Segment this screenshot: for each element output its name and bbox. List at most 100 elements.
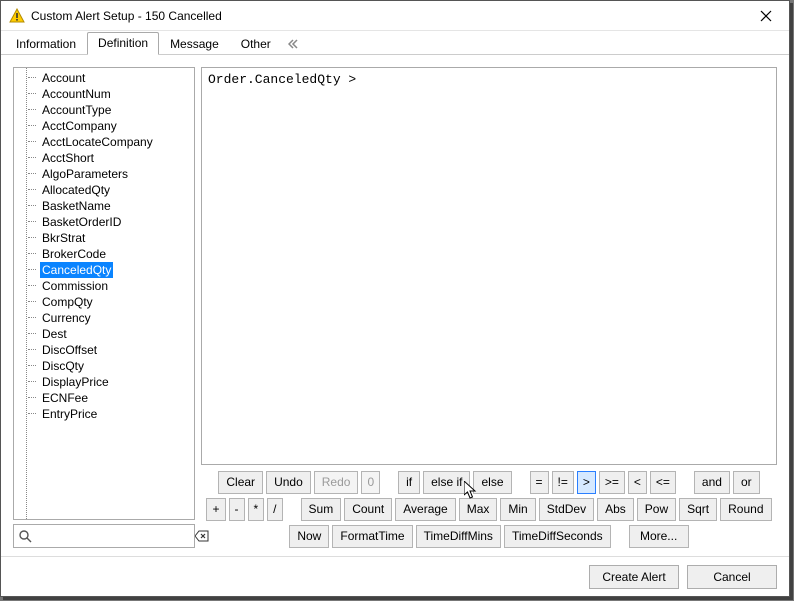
tree-item[interactable]: DiscQty xyxy=(16,358,194,374)
tree-item[interactable]: BasketOrderID xyxy=(16,214,194,230)
operator-row-3: Now FormatTime TimeDiffMins TimeDiffSeco… xyxy=(289,525,688,548)
tree-item[interactable]: CompQty xyxy=(16,294,194,310)
tree-item-label: DisplayPrice xyxy=(40,374,111,390)
tree-item[interactable]: DiscOffset xyxy=(16,342,194,358)
tree-item-label: CompQty xyxy=(40,294,95,310)
redo-count: 0 xyxy=(361,471,380,494)
tree-item-label: AccountType xyxy=(40,102,113,118)
round-button[interactable]: Round xyxy=(720,498,771,521)
or-button[interactable]: or xyxy=(733,471,760,494)
tree-item-label: ECNFee xyxy=(40,390,90,406)
minus-button[interactable]: - xyxy=(229,498,245,521)
chevron-double-left-icon xyxy=(288,39,298,49)
tree-item[interactable]: Account xyxy=(16,70,194,86)
timediffmins-button[interactable]: TimeDiffMins xyxy=(416,525,501,548)
field-tree-scroll[interactable]: AccountAccountNumAccountTypeAcctCompanyA… xyxy=(14,68,194,519)
sqrt-button[interactable]: Sqrt xyxy=(679,498,717,521)
clear-button[interactable]: Clear xyxy=(218,471,263,494)
content-area: AccountAccountNumAccountTypeAcctCompanyA… xyxy=(1,55,789,556)
else-button[interactable]: else xyxy=(473,471,511,494)
expression-editor[interactable]: Order.CanceledQty > xyxy=(201,67,777,465)
tree-item-label: CanceledQty xyxy=(40,262,113,278)
operator-toolbar: Clear Undo Redo 0 if else if else = != >… xyxy=(201,465,777,548)
tab-overflow-button[interactable] xyxy=(282,35,304,55)
redo-button[interactable]: Redo xyxy=(314,471,359,494)
tree-item-label: Currency xyxy=(40,310,93,326)
tree-item[interactable]: AcctShort xyxy=(16,150,194,166)
formattime-button[interactable]: FormatTime xyxy=(332,525,412,548)
cancel-button[interactable]: Cancel xyxy=(687,565,777,589)
tree-item-label: AllocatedQty xyxy=(40,182,112,198)
close-icon xyxy=(760,10,772,22)
tree-item[interactable]: AcctCompany xyxy=(16,118,194,134)
elseif-button[interactable]: else if xyxy=(423,471,470,494)
undo-button[interactable]: Undo xyxy=(266,471,311,494)
tree-item-label: AcctShort xyxy=(40,150,96,166)
abs-button[interactable]: Abs xyxy=(597,498,634,521)
window-title: Custom Alert Setup - 150 Cancelled xyxy=(31,9,745,23)
tab-bar: Information Definition Message Other xyxy=(1,31,789,55)
search-icon xyxy=(18,528,32,544)
tree-item[interactable]: BasketName xyxy=(16,198,194,214)
dialog-window: Custom Alert Setup - 150 Cancelled Infor… xyxy=(0,0,790,597)
gte-button[interactable]: >= xyxy=(599,471,625,494)
tree-item-label: Commission xyxy=(40,278,110,294)
tree-item[interactable]: AlgoParameters xyxy=(16,166,194,182)
tab-information[interactable]: Information xyxy=(5,33,87,55)
sum-button[interactable]: Sum xyxy=(301,498,342,521)
more-button[interactable]: More... xyxy=(629,525,689,548)
tree-item[interactable]: AccountType xyxy=(16,102,194,118)
tree-item-label: EntryPrice xyxy=(40,406,99,422)
tree-item-label: BasketOrderID xyxy=(40,214,123,230)
tree-item-label: DiscQty xyxy=(40,358,86,374)
stddev-button[interactable]: StdDev xyxy=(539,498,594,521)
tree-item[interactable]: Currency xyxy=(16,310,194,326)
warning-icon xyxy=(9,8,25,24)
operator-row-1: Clear Undo Redo 0 if else if else = != >… xyxy=(218,471,759,494)
create-alert-button[interactable]: Create Alert xyxy=(589,565,679,589)
tree-item[interactable]: ECNFee xyxy=(16,390,194,406)
tree-item-label: BasketName xyxy=(40,198,113,214)
search-input[interactable] xyxy=(36,528,195,544)
eq-button[interactable]: = xyxy=(530,471,549,494)
tree-item[interactable]: AllocatedQty xyxy=(16,182,194,198)
tab-message[interactable]: Message xyxy=(159,33,230,55)
tree-item-label: BrokerCode xyxy=(40,246,108,262)
tree-item[interactable]: CanceledQty xyxy=(16,262,194,278)
plus-button[interactable]: + xyxy=(206,498,225,521)
mul-button[interactable]: * xyxy=(248,498,265,521)
tree-item[interactable]: EntryPrice xyxy=(16,406,194,422)
tree-item-label: AlgoParameters xyxy=(40,166,130,182)
tree-item[interactable]: AcctLocateCompany xyxy=(16,134,194,150)
min-button[interactable]: Min xyxy=(500,498,535,521)
tree-item[interactable]: BkrStrat xyxy=(16,230,194,246)
field-panel: AccountAccountNumAccountTypeAcctCompanyA… xyxy=(13,67,195,548)
pow-button[interactable]: Pow xyxy=(637,498,676,521)
and-button[interactable]: and xyxy=(694,471,730,494)
now-button[interactable]: Now xyxy=(289,525,329,548)
tree-item-label: AcctLocateCompany xyxy=(40,134,155,150)
tree-item[interactable]: BrokerCode xyxy=(16,246,194,262)
max-button[interactable]: Max xyxy=(459,498,498,521)
neq-button[interactable]: != xyxy=(552,471,574,494)
tab-definition[interactable]: Definition xyxy=(87,32,159,55)
dialog-footer: Create Alert Cancel xyxy=(1,556,789,596)
average-button[interactable]: Average xyxy=(395,498,455,521)
div-button[interactable]: / xyxy=(267,498,282,521)
tree-item-label: AcctCompany xyxy=(40,118,119,134)
tree-item[interactable]: DisplayPrice xyxy=(16,374,194,390)
timediffseconds-button[interactable]: TimeDiffSeconds xyxy=(504,525,611,548)
tree-item[interactable]: Commission xyxy=(16,278,194,294)
tree-item-label: AccountNum xyxy=(40,86,113,102)
tree-item[interactable]: AccountNum xyxy=(16,86,194,102)
expression-panel: Order.CanceledQty > Clear Undo Redo 0 if… xyxy=(201,67,777,548)
tree-item[interactable]: Dest xyxy=(16,326,194,342)
count-button[interactable]: Count xyxy=(344,498,392,521)
tree-item-label: DiscOffset xyxy=(40,342,99,358)
gt-button[interactable]: > xyxy=(577,471,596,494)
close-button[interactable] xyxy=(745,2,787,30)
if-button[interactable]: if xyxy=(398,471,420,494)
tab-other[interactable]: Other xyxy=(230,33,282,55)
lte-button[interactable]: <= xyxy=(650,471,676,494)
lt-button[interactable]: < xyxy=(628,471,647,494)
